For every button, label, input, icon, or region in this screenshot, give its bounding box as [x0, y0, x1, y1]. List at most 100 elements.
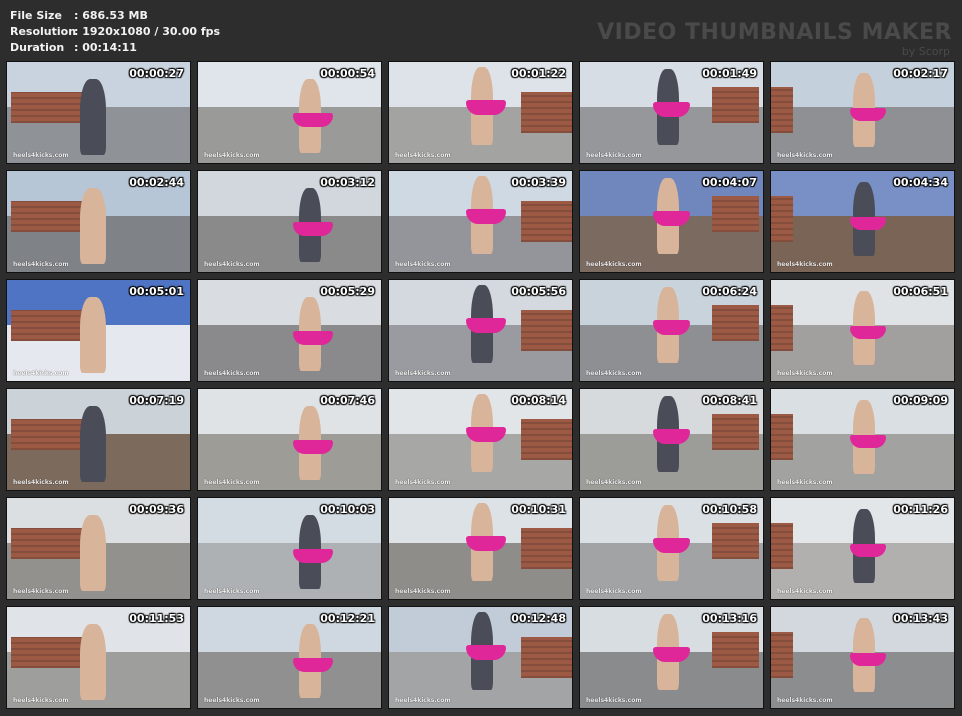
pink-skirt — [653, 320, 690, 335]
video-thumbnail[interactable]: 00:11:26 heels4kicks.com — [770, 497, 955, 600]
video-thumbnail[interactable]: 00:09:09 heels4kicks.com — [770, 388, 955, 491]
video-thumbnail[interactable]: 00:02:44 heels4kicks.com — [6, 170, 191, 273]
video-thumbnail[interactable]: 00:12:21 heels4kicks.com — [197, 606, 382, 709]
video-thumbnail[interactable]: 00:06:51 heels4kicks.com — [770, 279, 955, 382]
thumbnail-watermark: heels4kicks.com — [586, 479, 642, 486]
brick-chimney — [771, 87, 793, 133]
thumbnail-timecode: 00:11:53 — [129, 612, 184, 625]
pink-skirt — [465, 100, 507, 115]
thumbnail-timecode: 00:12:48 — [511, 612, 566, 625]
thumbnail-watermark: heels4kicks.com — [777, 588, 833, 595]
thumbnail-timecode: 00:00:54 — [320, 67, 375, 80]
thumbnail-watermark: heels4kicks.com — [395, 479, 451, 486]
pink-skirt — [849, 653, 887, 666]
pink-skirt — [465, 318, 507, 333]
thumbnail-watermark: heels4kicks.com — [586, 152, 642, 159]
resolution-value: : 1920x1080 / 30.00 fps — [74, 25, 221, 38]
thumbnail-watermark: heels4kicks.com — [777, 152, 833, 159]
video-thumbnail[interactable]: 00:08:41 heels4kicks.com — [579, 388, 764, 491]
video-thumbnail[interactable]: 00:10:31 heels4kicks.com — [388, 497, 573, 600]
video-thumbnail[interactable]: 00:01:22 heels4kicks.com — [388, 61, 573, 164]
thumbnail-timecode: 00:11:26 — [893, 503, 948, 516]
thumbnail-timecode: 00:07:19 — [129, 394, 184, 407]
thumbnail-timecode: 00:09:09 — [893, 394, 948, 407]
brick-chimney — [711, 414, 760, 450]
video-thumbnail[interactable]: 00:03:12 heels4kicks.com — [197, 170, 382, 273]
video-thumbnail[interactable]: 00:13:16 heels4kicks.com — [579, 606, 764, 709]
brick-chimney — [520, 92, 572, 133]
video-thumbnail[interactable]: 00:11:53 heels4kicks.com — [6, 606, 191, 709]
video-thumbnail[interactable]: 00:06:24 heels4kicks.com — [579, 279, 764, 382]
pink-skirt — [653, 211, 690, 226]
video-thumbnail[interactable]: 00:05:01 heels4kicks.com — [6, 279, 191, 382]
thumbnail-timecode: 00:09:36 — [129, 503, 184, 516]
video-thumbnail[interactable]: 00:02:17 heels4kicks.com — [770, 61, 955, 164]
brick-chimney — [10, 528, 84, 559]
pink-skirt — [653, 102, 690, 117]
video-thumbnail[interactable]: 00:08:14 heels4kicks.com — [388, 388, 573, 491]
video-thumbnail[interactable]: 00:05:56 heels4kicks.com — [388, 279, 573, 382]
video-thumbnail[interactable]: 00:10:03 heels4kicks.com — [197, 497, 382, 600]
brick-chimney — [520, 310, 572, 351]
thumbnail-watermark: heels4kicks.com — [13, 261, 69, 268]
brick-chimney — [10, 92, 84, 123]
thumbnail-watermark: heels4kicks.com — [777, 370, 833, 377]
pink-skirt — [653, 538, 690, 553]
thumbnail-timecode: 00:03:39 — [511, 176, 566, 189]
video-thumbnail[interactable]: 00:05:29 heels4kicks.com — [197, 279, 382, 382]
thumbnail-timecode: 00:10:31 — [511, 503, 566, 516]
thumbnail-timecode: 00:13:43 — [893, 612, 948, 625]
thumbnail-watermark: heels4kicks.com — [204, 479, 260, 486]
thumbnail-watermark: heels4kicks.com — [204, 261, 260, 268]
thumbnail-watermark: heels4kicks.com — [13, 370, 69, 377]
resolution-row: Resolution : 1920x1080 / 30.00 fps — [10, 24, 220, 40]
thumbnail-watermark: heels4kicks.com — [204, 697, 260, 704]
pink-skirt — [465, 209, 507, 224]
pink-skirt — [293, 112, 334, 127]
person-figure — [80, 406, 106, 482]
video-thumbnail[interactable]: 00:04:34 heels4kicks.com — [770, 170, 955, 273]
video-thumbnail[interactable]: 00:03:39 heels4kicks.com — [388, 170, 573, 273]
brick-chimney — [520, 528, 572, 569]
thumbnail-watermark: heels4kicks.com — [777, 479, 833, 486]
brick-chimney — [771, 305, 793, 351]
brick-chimney — [711, 632, 760, 668]
video-thumbnail[interactable]: 00:04:07 heels4kicks.com — [579, 170, 764, 273]
pink-skirt — [465, 536, 507, 551]
thumbnail-watermark: heels4kicks.com — [13, 588, 69, 595]
pink-skirt — [293, 548, 334, 563]
video-thumbnail[interactable]: 00:07:19 heels4kicks.com — [6, 388, 191, 491]
pink-skirt — [293, 221, 334, 236]
brick-chimney — [10, 201, 84, 232]
file-size-row: File Size : 686.53 MB — [10, 8, 220, 24]
thumbnail-timecode: 00:12:21 — [320, 612, 375, 625]
thumbnail-watermark: heels4kicks.com — [395, 697, 451, 704]
thumbnail-timecode: 00:06:51 — [893, 285, 948, 298]
pink-skirt — [849, 435, 887, 448]
thumbnail-timecode: 00:05:56 — [511, 285, 566, 298]
video-thumbnail[interactable]: 00:10:58 heels4kicks.com — [579, 497, 764, 600]
video-thumbnail[interactable]: 00:13:43 heels4kicks.com — [770, 606, 955, 709]
resolution-label: Resolution — [10, 25, 77, 38]
video-thumbnail[interactable]: 00:00:54 heels4kicks.com — [197, 61, 382, 164]
file-size-value: : 686.53 MB — [74, 9, 148, 22]
brick-chimney — [10, 310, 84, 341]
video-thumbnail[interactable]: 00:00:27 heels4kicks.com — [6, 61, 191, 164]
video-thumbnail[interactable]: 00:09:36 heels4kicks.com — [6, 497, 191, 600]
brand-title: VIDEO THUMBNAILS MAKER — [597, 20, 952, 45]
thumbnail-timecode: 00:03:12 — [320, 176, 375, 189]
thumbnail-timecode: 00:07:46 — [320, 394, 375, 407]
thumbnail-watermark: heels4kicks.com — [395, 370, 451, 377]
thumbnail-watermark: heels4kicks.com — [395, 261, 451, 268]
pink-skirt — [849, 108, 887, 121]
pink-skirt — [293, 330, 334, 345]
video-thumbnail[interactable]: 00:12:48 heels4kicks.com — [388, 606, 573, 709]
video-thumbnail[interactable]: 00:01:49 heels4kicks.com — [579, 61, 764, 164]
pink-skirt — [293, 657, 334, 672]
thumbnail-watermark: heels4kicks.com — [586, 697, 642, 704]
video-thumbnail[interactable]: 00:07:46 heels4kicks.com — [197, 388, 382, 491]
file-info-panel: File Size : 686.53 MB Resolution : 1920x… — [10, 8, 220, 56]
pink-skirt — [849, 544, 887, 557]
thumbnail-watermark: heels4kicks.com — [395, 152, 451, 159]
brick-chimney — [771, 632, 793, 678]
